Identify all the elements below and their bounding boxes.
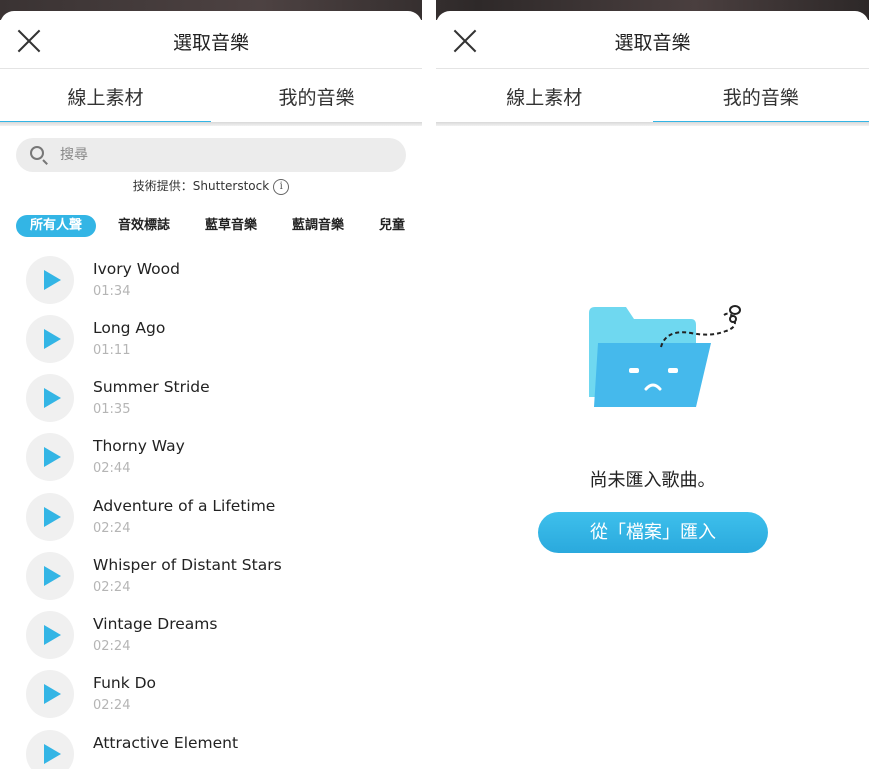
song-title: Thorny Way [93, 437, 185, 455]
search-icon [30, 146, 44, 160]
song-duration: 02:24 [93, 639, 131, 654]
play-icon[interactable] [26, 552, 74, 600]
song-title: Ivory Wood [93, 260, 180, 278]
credit-text: 技術提供：Shutterstock [132, 179, 270, 193]
tab-bar: 線上素材 我的音樂 [0, 69, 422, 126]
song-row[interactable]: Thorny Way 02:44 [0, 433, 422, 492]
provider-credit: 技術提供：Shutterstock i [0, 177, 422, 195]
play-icon[interactable] [26, 730, 74, 769]
sheet-header: 選取音樂 [436, 11, 869, 69]
song-duration: 01:34 [93, 284, 131, 299]
song-duration: 01:11 [93, 343, 131, 358]
song-row[interactable]: Whisper of Distant Stars 02:24 [0, 552, 422, 611]
song-duration: 02:44 [93, 461, 131, 476]
play-icon[interactable] [26, 670, 74, 718]
category-chip-blues[interactable]: 藍調音樂 [292, 215, 344, 237]
tab-label: 線上素材 [506, 87, 583, 109]
page-title: 選取音樂 [172, 32, 249, 54]
song-title: Attractive Element [93, 734, 239, 752]
tab-bar-shadow [436, 122, 869, 126]
empty-state-message: 尚未匯入歌曲。 [589, 470, 716, 491]
tab-my-music[interactable]: 我的音樂 [652, 69, 869, 126]
tab-my-music[interactable]: 我的音樂 [211, 69, 422, 126]
tab-online-material[interactable]: 線上素材 [0, 69, 211, 126]
song-title: Vintage Dreams [93, 615, 218, 633]
page-title: 選取音樂 [614, 32, 691, 54]
song-row[interactable]: Summer Stride 01:35 [0, 374, 422, 433]
song-duration: 02:24 [93, 698, 131, 713]
play-icon[interactable] [26, 256, 74, 304]
category-chip-all-vocals[interactable]: 所有人聲 [16, 215, 97, 237]
category-chip-bluegrass[interactable]: 藍草音樂 [205, 215, 257, 237]
play-icon[interactable] [26, 611, 74, 659]
song-duration: 01:35 [93, 402, 131, 417]
song-row[interactable]: Attractive Element [0, 730, 422, 769]
tab-bar: 線上素材 我的音樂 [436, 69, 869, 126]
category-chip-kids[interactable]: 兒童 [379, 215, 405, 237]
tab-online-material[interactable]: 線上素材 [436, 69, 653, 126]
tab-label: 我的音樂 [722, 87, 799, 109]
category-chips: 所有人聲 音效標誌 藍草音樂 藍調音樂 兒童 [16, 215, 422, 237]
song-row[interactable]: Vintage Dreams 02:24 [0, 611, 422, 670]
sheet-header: 選取音樂 [0, 11, 422, 69]
tab-label: 線上素材 [67, 87, 144, 109]
tab-bar-shadow [0, 122, 422, 126]
screen-gap [422, 0, 436, 769]
song-row[interactable]: Funk Do 02:24 [0, 670, 422, 729]
search-input[interactable] [60, 138, 390, 172]
category-chip-sound-logos[interactable]: 音效標誌 [118, 215, 170, 237]
song-row[interactable]: Adventure of a Lifetime 02:24 [0, 493, 422, 552]
info-icon[interactable]: i [273, 178, 290, 195]
music-picker-online: 選取音樂 線上素材 我的音樂 技術提供：Shutterstocki 所有人聲 音… [0, 11, 422, 769]
song-duration: 02:24 [93, 521, 131, 536]
song-duration: 02:24 [93, 580, 131, 595]
song-title: Long Ago [93, 319, 166, 337]
song-title: Whisper of Distant Stars [93, 556, 282, 574]
sad-folder-icon [589, 305, 741, 407]
song-title: Funk Do [93, 674, 157, 692]
play-icon[interactable] [26, 433, 74, 481]
music-picker-my-music: 選取音樂 線上素材 我的音樂 尚未匯入歌曲。 從「檔案」匯入 [436, 11, 869, 769]
play-icon[interactable] [26, 315, 74, 363]
import-from-files-button[interactable]: 從「檔案」匯入 [538, 512, 768, 553]
search-bar[interactable] [16, 138, 406, 172]
song-row[interactable]: Long Ago 01:11 [0, 315, 422, 374]
song-title: Adventure of a Lifetime [93, 497, 276, 515]
play-icon[interactable] [26, 493, 74, 541]
song-title: Summer Stride [93, 378, 210, 396]
tab-label: 我的音樂 [278, 87, 355, 109]
song-row[interactable]: Ivory Wood 01:34 [0, 256, 422, 315]
play-icon[interactable] [26, 374, 74, 422]
